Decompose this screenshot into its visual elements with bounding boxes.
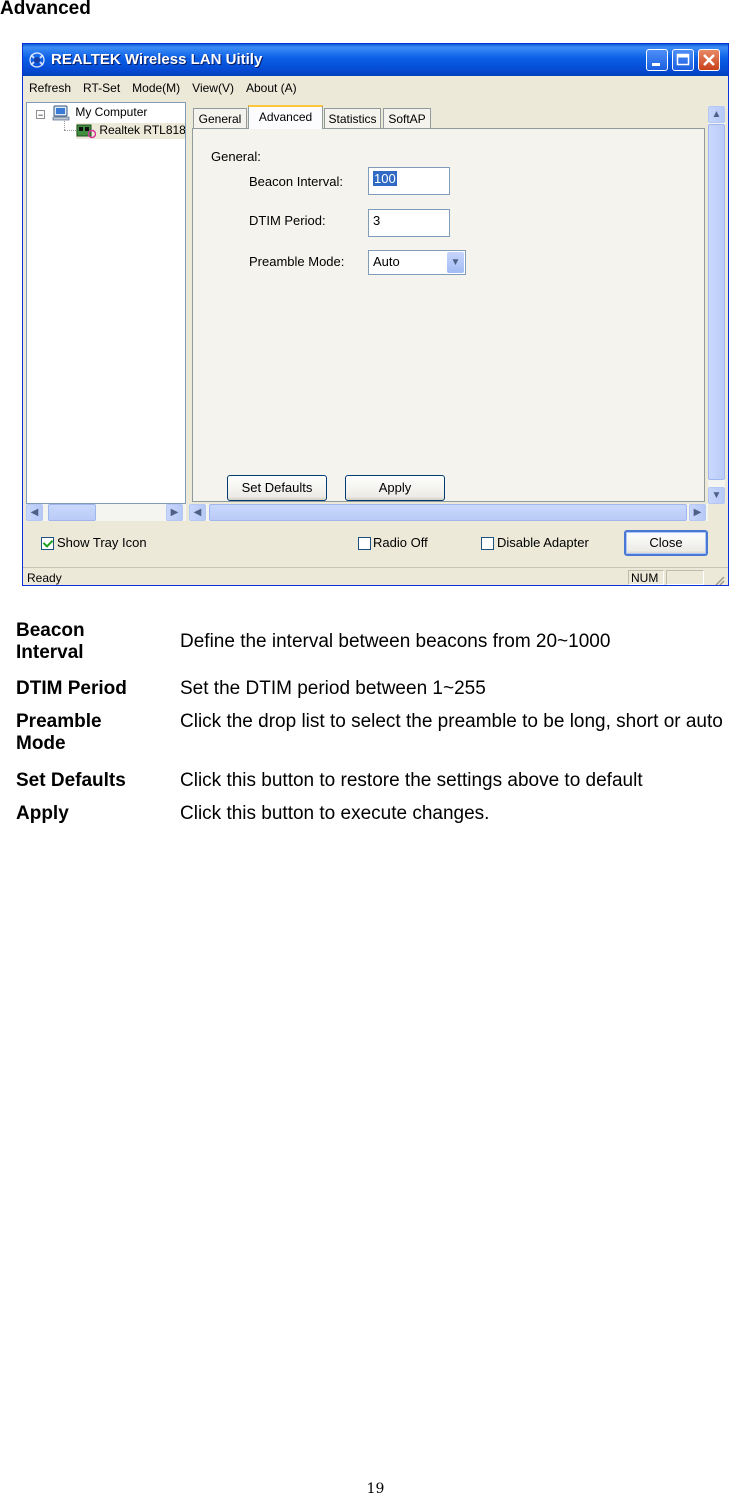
apply-button[interactable]: Apply	[345, 475, 445, 501]
desc-row-apply: Apply Click this button to execute chang…	[16, 803, 748, 825]
tree-scroll-thumb[interactable]	[48, 504, 96, 521]
menu-rt-set[interactable]: RT-Set	[77, 77, 126, 99]
dtim-period-input[interactable]: 3	[368, 209, 450, 237]
scroll-up-icon[interactable]: ▲	[708, 106, 725, 123]
resize-grip-icon[interactable]	[713, 574, 725, 586]
dtim-period-value: 3	[373, 213, 381, 228]
desc-row-beacon: Beacon Interval Define the interval betw…	[16, 620, 748, 666]
advanced-tab-content: General: Beacon Interval: 100 DTIM Perio…	[192, 128, 705, 502]
maximize-button[interactable]	[672, 49, 694, 71]
tab-general[interactable]: General	[193, 108, 247, 128]
device-tree: − My Computer Realtek RTL818	[26, 102, 186, 504]
scroll-right-icon[interactable]: ▶	[166, 504, 183, 521]
beacon-interval-label: Beacon Interval:	[249, 174, 343, 189]
status-text: Ready	[27, 571, 62, 585]
chevron-down-icon[interactable]: ▼	[447, 252, 464, 273]
status-cell-empty	[666, 570, 704, 585]
def-preamble-mode: Click the drop list to select the preamb…	[180, 711, 723, 732]
radio-off-label[interactable]: Radio Off	[373, 535, 428, 550]
minimize-button[interactable]	[646, 49, 668, 71]
num-lock-indicator: NUM	[628, 570, 664, 585]
term-preamble-mode: Preamble Mode	[16, 711, 102, 754]
tab-statistics[interactable]: Statistics	[324, 108, 381, 128]
scroll-down-icon[interactable]: ▼	[708, 487, 725, 504]
window-title: REALTEK Wireless LAN Uitily	[51, 51, 263, 68]
show-tray-checkbox[interactable]	[41, 537, 54, 550]
close-icon	[703, 54, 715, 66]
close-window-button[interactable]	[698, 49, 720, 71]
tree-item-my-computer[interactable]: My Computer	[52, 105, 147, 121]
desc-row-set-defaults: Set Defaults Click this button to restor…	[16, 770, 748, 792]
dtim-period-label: DTIM Period:	[249, 213, 326, 228]
tree-label-my-computer: My Computer	[75, 105, 148, 120]
tree-horizontal-scrollbar[interactable]: ◀ ▶	[26, 504, 186, 521]
pane-vertical-scrollbar[interactable]: ▲ ▼	[708, 106, 725, 504]
disable-adapter-label[interactable]: Disable Adapter	[497, 535, 589, 550]
preamble-mode-select[interactable]: Auto ▼	[368, 250, 466, 275]
term-set-defaults: Set Defaults	[16, 770, 126, 791]
menu-mode[interactable]: Mode(M)	[126, 77, 186, 99]
set-defaults-button[interactable]: Set Defaults	[227, 475, 327, 501]
tree-item-realtek-adapter[interactable]: Realtek RTL818	[76, 123, 186, 139]
pane-horizontal-scrollbar[interactable]: ◀ ▶	[189, 504, 708, 521]
radio-off-checkbox[interactable]	[358, 537, 371, 550]
menu-refresh[interactable]: Refresh	[23, 77, 77, 99]
close-button[interactable]: Close	[624, 530, 708, 556]
tab-softap[interactable]: SoftAP	[383, 108, 431, 128]
show-tray-label[interactable]: Show Tray Icon	[57, 535, 147, 550]
beacon-interval-value: 100	[373, 171, 397, 186]
pane-scroll-thumb[interactable]	[708, 124, 725, 480]
collapse-icon[interactable]: −	[36, 110, 45, 120]
pane-scroll-thumb-h[interactable]	[209, 504, 687, 521]
section-heading: Advanced	[0, 0, 91, 19]
settings-pane: General Advanced Statistics SoftAP Gener…	[189, 102, 708, 504]
page-number: 19	[366, 1481, 385, 1497]
term-dtim-period: DTIM Period	[16, 678, 127, 699]
minimize-icon	[652, 63, 660, 66]
preamble-mode-label: Preamble Mode:	[249, 254, 345, 269]
tree-label-realtek-adapter: Realtek RTL818	[99, 123, 186, 138]
menu-bar: Refresh RT-Set Mode(M) View(V) About (A)	[23, 77, 728, 99]
term-beacon-interval: Beacon Interval	[16, 620, 85, 663]
desc-row-dtim: DTIM Period Set the DTIM period between …	[16, 678, 748, 700]
preamble-mode-value: Auto	[373, 254, 400, 269]
maximize-icon	[676, 53, 690, 66]
general-group-label: General:	[211, 149, 261, 164]
tab-advanced[interactable]: Advanced	[248, 105, 323, 129]
computer-icon	[52, 105, 70, 121]
pane-scroll-right-icon[interactable]: ▶	[689, 504, 706, 521]
def-set-defaults: Click this button to restore the setting…	[180, 770, 643, 791]
def-apply: Click this button to execute changes.	[180, 803, 490, 824]
beacon-interval-input[interactable]: 100	[368, 167, 450, 195]
network-card-icon	[76, 124, 97, 139]
def-beacon-interval: Define the interval between beacons from…	[180, 631, 611, 652]
title-bar[interactable]: REALTEK Wireless LAN Uitily	[23, 44, 728, 76]
disable-adapter-checkbox[interactable]	[481, 537, 494, 550]
wireless-app-icon	[29, 52, 45, 68]
menu-view[interactable]: View(V)	[186, 77, 240, 99]
pane-scroll-left-icon[interactable]: ◀	[189, 504, 206, 521]
menu-about[interactable]: About (A)	[240, 77, 303, 99]
app-window: REALTEK Wireless LAN Uitily Refresh RT-Se…	[22, 43, 729, 586]
desc-row-preamble: Preamble Mode Click the drop list to sel…	[16, 711, 748, 757]
term-apply: Apply	[16, 803, 69, 824]
status-bar: Ready NUM	[23, 567, 728, 586]
def-dtim-period: Set the DTIM period between 1~255	[180, 678, 486, 699]
scroll-left-icon[interactable]: ◀	[26, 504, 43, 521]
